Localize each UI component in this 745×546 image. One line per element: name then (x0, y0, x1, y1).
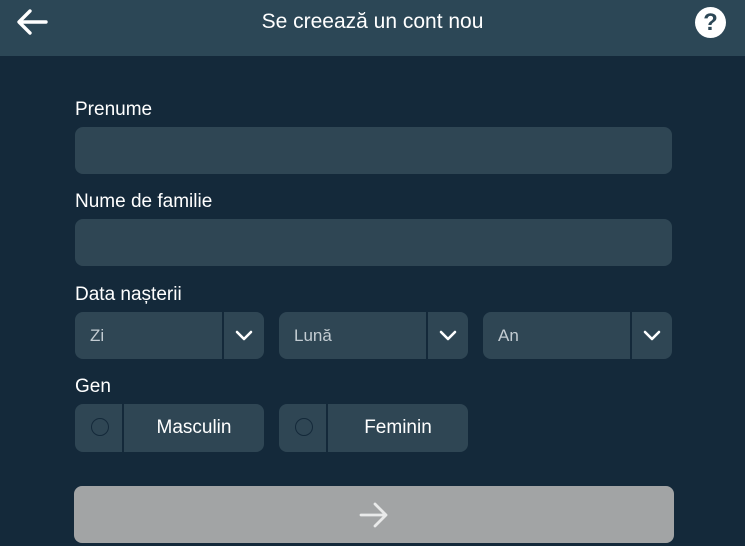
month-select-divider (426, 312, 428, 359)
day-select-divider (222, 312, 224, 359)
year-select-divider (630, 312, 632, 359)
gender-option-label: Feminin (364, 417, 432, 438)
chevron-down-icon (439, 330, 457, 341)
last-name-label: Nume de familie (75, 191, 213, 212)
month-select[interactable]: Lună (279, 312, 468, 359)
arrow-right-icon (359, 502, 388, 528)
year-select-value: An (498, 326, 519, 345)
day-select[interactable]: Zi (75, 312, 264, 359)
app-header: Se creează un cont nou ? (0, 0, 745, 56)
year-select[interactable]: An (483, 312, 672, 359)
gender-label: Gen (75, 376, 111, 397)
chevron-down-icon (235, 330, 253, 341)
chevron-down-icon (643, 330, 661, 341)
radio-circle-icon[interactable] (91, 418, 109, 436)
gender-option-female[interactable]: Feminin (279, 404, 468, 452)
gender-option-male[interactable]: Masculin (75, 404, 264, 452)
month-select-value: Lună (294, 326, 332, 345)
first-name-input[interactable] (75, 127, 672, 174)
gender-option-label: Masculin (156, 417, 232, 438)
help-button[interactable]: ? (695, 7, 726, 38)
question-icon: ? (703, 9, 718, 36)
day-select-value: Zi (90, 326, 105, 345)
next-button[interactable] (74, 486, 674, 543)
radio-circle-icon[interactable] (295, 418, 313, 436)
birth-date-label: Data nașterii (75, 284, 182, 305)
page-title: Se creează un cont nou (261, 10, 484, 33)
first-name-label: Prenume (75, 99, 153, 120)
last-name-input[interactable] (75, 219, 672, 266)
